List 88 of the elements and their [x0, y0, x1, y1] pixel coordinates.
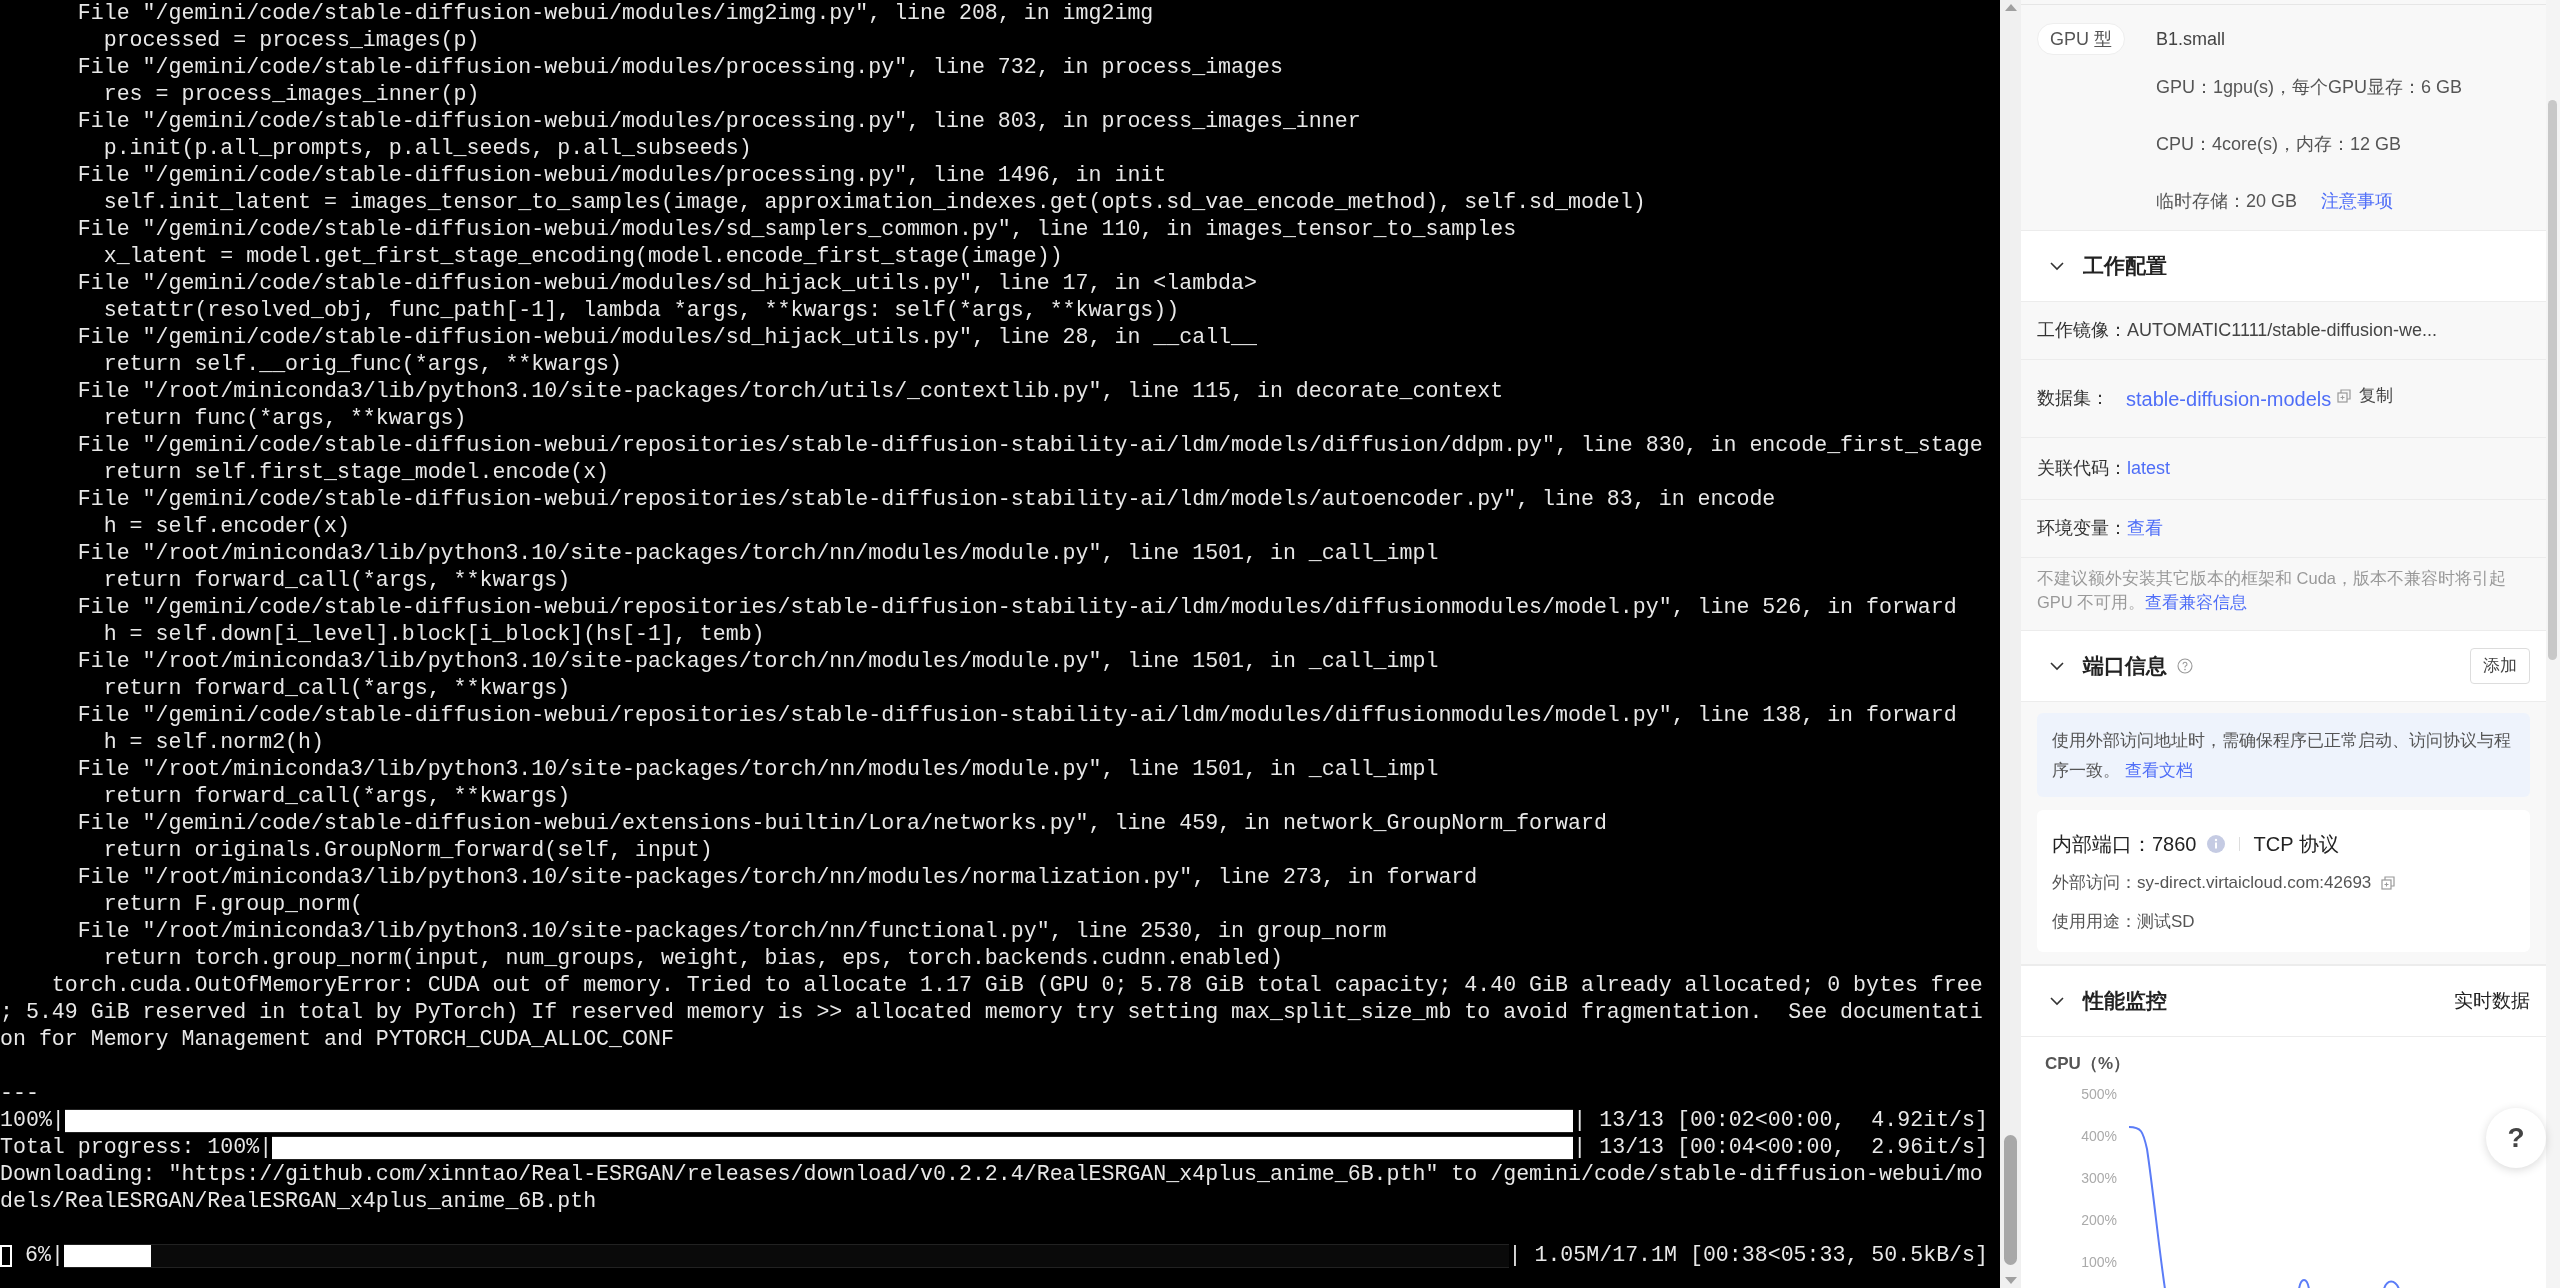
terminal-line: File "/gemini/code/stable-diffusion-webui/repositories/stable-diffusion-stability-ai/ldm/models/diffusion/ddpm.py", line 830, in encode_first_stage	[76, 432, 1983, 459]
chart-title: CPU（%）	[2045, 1053, 2131, 1075]
terminal-line: x_latent = model.get_first_stage_encoding(model.encode_first_stage(image))	[102, 243, 1063, 270]
info-icon	[2206, 835, 2225, 853]
progress-stats: | 13/13 [00:04<00:00, 2.96it/s]	[1573, 1134, 1988, 1161]
compatibility-note: 不建议额外安装其它版本的框架和 Cuda，版本不兼容时将引起 GPU 不可用。查看兼容信息	[2037, 568, 2508, 613]
field-link[interactable]: latest	[2127, 455, 2171, 482]
terminal-line: return F.group_norm(	[102, 891, 363, 918]
terminal-line: File "/root/miniconda3/lib/python3.10/site-packages/torch/nn/functional.py", line 2530, in group_norm	[76, 918, 1387, 945]
external-address: 外部访问：sy-direct.virtaicloud.com:42693	[2052, 872, 2372, 895]
terminal-line: return self.__orig_func(*args, **kwargs)	[102, 351, 622, 378]
internal-port: 内部端口：7860	[2052, 832, 2197, 857]
terminal-line: File "/gemini/code/stable-diffusion-webui/modules/processing.py", line 1496, in init	[76, 162, 1167, 189]
terminal-line: dels/RealESRGAN/RealESRGAN_x4plus_anime_6B.pth	[0, 1188, 597, 1215]
progress-label: 6%|	[23, 1242, 64, 1269]
terminal-line: h = self.norm2(h)	[102, 729, 324, 756]
help-icon	[2177, 658, 2193, 674]
axis-label: 500%	[2081, 1084, 2117, 1104]
progress-stats: | 1.05M/17.1M [00:38<05:33, 50.5kB/s]	[1508, 1242, 1988, 1269]
gpu-type-tag: GPU 型	[2037, 23, 2125, 55]
copy-icon	[2381, 876, 2396, 890]
notice-link[interactable]: 注意事项	[2321, 188, 2394, 215]
terminal-line: File "/gemini/code/stable-diffusion-webui/repositories/stable-diffusion-stability-ai/ldm/modules/diffusionmodules/model.py", line 138, in forward	[76, 702, 1957, 729]
field-label: 关联代码：	[2037, 457, 2127, 480]
axis-label: 200%	[2081, 1210, 2117, 1230]
terminal-line: File "/gemini/code/stable-diffusion-webui/modules/processing.py", line 803, in process_images_inner	[76, 108, 1361, 135]
terminal-scrollbar[interactable]	[2000, 0, 2021, 1288]
terminal-line: return torch.group_norm(input, num_groups, weight, bias, eps, torch.backends.cudnn.enabled)	[102, 945, 1283, 972]
section-title: 工作配置	[2083, 253, 2167, 280]
terminal-line: ; 5.49 GiB reserved in total by PyTorch) If reserved memory is >> allocated memory try setting max_split_size_mb to avoid fragmentation. See documentati	[0, 999, 1983, 1026]
terminal-line: return forward_call(*args, **kwargs)	[102, 783, 571, 810]
terminal-line: Downloading: "https://github.com/xinntao/Real-ESRGAN/releases/download/v0.2.2.4/RealESRGAN_x4plus_anime_6B.pth" to /gemini/code/stable-diffusion-webui/mo	[0, 1161, 1983, 1188]
section-title: 性能监控	[2083, 988, 2167, 1015]
progress-label: Total progress: 100%|	[0, 1134, 273, 1161]
terminal-line: File "/root/miniconda3/lib/python3.10/site-packages/torch/nn/modules/module.py", line 1501, in _call_impl	[76, 648, 1439, 675]
terminal-line: File "/gemini/code/stable-diffusion-webui/repositories/stable-diffusion-stability-ai/ldm/modules/diffusionmodules/model.py", line 526, in forward	[76, 594, 1957, 621]
terminal-line: res = process_images_inner(p)	[102, 81, 480, 108]
terminal-line: File "/gemini/code/stable-diffusion-webui/modules/sd_samplers_common.py", line 110, in images_tensor_to_samples	[76, 216, 1517, 243]
spec-text: CPU：4core(s)，内存：12 GB	[2156, 133, 2402, 156]
terminal-line: h = self.down[i_level].block[i_block](hs[-1], temb)	[102, 621, 765, 648]
axis-label: 100%	[2081, 1252, 2117, 1272]
spec-text: 临时存储：20 GB	[2156, 190, 2298, 213]
terminal-line: torch.cuda.OutOfMemoryError: CUDA out of memory. Tried to allocate 1.17 GiB (GPU 0; 5.78 GiB total capacity; 4.40 GiB already allocated; 0 bytes free	[50, 972, 1983, 999]
terminal-line: processed = process_images(p)	[102, 27, 480, 54]
copy-button[interactable]: 复制	[2359, 382, 2394, 409]
axis-label: 300%	[2081, 1168, 2117, 1188]
axis-label: 400%	[2081, 1126, 2117, 1146]
terminal-line: self.init_latent = images_tensor_to_samples(image, approximation_indexes.get(opts.sd_vae_encode_method), self.sd_model)	[102, 189, 1646, 216]
field-value: AUTOMATIC1111/stable-diffusion-we...	[2127, 319, 2438, 342]
compatibility-link[interactable]: 查看兼容信息	[2145, 593, 2248, 611]
terminal-line: setattr(resolved_obj, func_path[-1], lambda *args, **kwargs: self(*args, **kwargs))	[102, 297, 1180, 324]
copy-icon	[2337, 388, 2352, 403]
realtime-label: 实时数据	[2454, 988, 2530, 1013]
terminal-line: return forward_call(*args, **kwargs)	[102, 675, 571, 702]
field-link[interactable]: 查看	[2127, 515, 2163, 542]
progress-stats: | 13/13 [00:02<00:00, 4.92it/s]	[1573, 1107, 1988, 1134]
dataset-link[interactable]: stable-diffusion-models	[2126, 383, 2332, 414]
terminal-line: ---	[0, 1080, 39, 1107]
protocol-label: TCP 协议	[2253, 832, 2339, 857]
add-button[interactable]: 添加	[2470, 648, 2530, 684]
terminal-line: File "/root/miniconda3/lib/python3.10/site-packages/torch/nn/modules/module.py", line 1501, in _call_impl	[76, 756, 1439, 783]
terminal-line: File "/root/miniconda3/lib/python3.10/site-packages/torch/nn/modules/module.py", line 1501, in _call_impl	[76, 540, 1439, 567]
terminal-line: return func(*args, **kwargs)	[102, 405, 467, 432]
terminal-line: File "/gemini/code/stable-diffusion-webui/modules/img2img.py", line 208, in img2img	[76, 0, 1154, 27]
terminal-line: return self.first_stage_model.encode(x)	[102, 459, 610, 486]
port-notice: 使用外部访问地址时，需确保程序已正常启动、访问协议与程序一致。 查看文档	[2037, 713, 2530, 797]
terminal-line: File "/gemini/code/stable-diffusion-webui/modules/sd_hijack_utils.py", line 17, in <lambda>	[76, 270, 1257, 297]
terminal-line: h = self.encoder(x)	[102, 513, 350, 540]
sidebar-scrollbar[interactable]	[2546, 0, 2560, 1288]
field-label: 数据集：	[2037, 387, 2110, 410]
port-usage: 使用用途：测试SD	[2052, 911, 2195, 934]
terminal-line: return forward_call(*args, **kwargs)	[102, 567, 571, 594]
terminal-line: p.init(p.all_prompts, p.all_seeds, p.all_subseeds)	[102, 135, 752, 162]
gpu-type-value: B1.small	[2156, 27, 2226, 51]
terminal-line: File "/gemini/code/stable-diffusion-webui/extensions-builtin/Lora/networks.py", line 459, in network_GroupNorm_forward	[76, 810, 1607, 837]
terminal-line: on for Memory Management and PYTORCH_CUDA_ALLOC_CONF	[0, 1026, 674, 1053]
section-title: 端口信息	[2083, 653, 2167, 680]
terminal-line: File "/root/miniconda3/lib/python3.10/site-packages/torch/nn/modules/normalization.py", line 273, in forward	[76, 864, 1478, 891]
terminal-line: File "/gemini/code/stable-diffusion-webui/modules/processing.py", line 732, in process_images	[76, 54, 1283, 81]
spec-text: GPU：1gpu(s)，每个GPU显存：6 GB	[2156, 76, 2463, 99]
terminal-line: File "/root/miniconda3/lib/python3.10/site-packages/torch/utils/_contextlib.py", line 115, in decorate_context	[76, 378, 1504, 405]
field-label: 环境变量：	[2037, 517, 2127, 540]
docs-link[interactable]: 查看文档	[2124, 761, 2193, 779]
terminal-line: File "/gemini/code/stable-diffusion-webui/repositories/stable-diffusion-stability-ai/ldm/models/autoencoder.py", line 83, in encode	[76, 486, 1776, 513]
terminal-line: File "/gemini/code/stable-diffusion-webui/modules/sd_hijack_utils.py", line 28, in __call__	[76, 324, 1257, 351]
terminal-line: return originals.GroupNorm_forward(self, input)	[102, 837, 713, 864]
progress-label: 100%|	[0, 1107, 65, 1134]
field-label: 工作镜像：	[2037, 319, 2127, 342]
